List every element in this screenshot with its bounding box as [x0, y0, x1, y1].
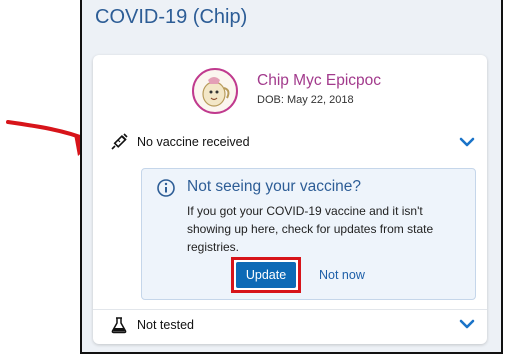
vaccine-status-label: No vaccine received	[137, 135, 250, 149]
alert-title: Not seeing your vaccine?	[187, 178, 362, 195]
syringe-icon	[111, 133, 128, 150]
chevron-down-icon[interactable]	[459, 136, 475, 148]
vaccine-alert: Not seeing your vaccine? If you got your…	[141, 168, 476, 300]
covid-panel: COVID-19 (Chip) Chip Myc Epicpoc DOB: Ma…	[80, 0, 503, 354]
patient-dob: DOB: May 22, 2018	[257, 94, 354, 106]
info-icon	[157, 179, 175, 197]
page-title: COVID-19 (Chip)	[95, 6, 248, 28]
alert-body: If you got your COVID-19 vaccine and it …	[187, 204, 434, 254]
flask-icon	[111, 317, 127, 334]
divider	[93, 309, 487, 310]
vaccine-row[interactable]: No vaccine received	[93, 127, 487, 157]
patient-name: Chip Myc Epicpoc	[257, 72, 382, 89]
patient-card: Chip Myc Epicpoc DOB: May 22, 2018 No va…	[93, 55, 487, 344]
avatar	[192, 68, 238, 114]
update-button[interactable]: Update	[231, 257, 301, 293]
test-status-label: Not tested	[137, 318, 194, 332]
chevron-down-icon[interactable]	[459, 318, 475, 330]
update-button-label: Update	[236, 262, 296, 288]
test-row[interactable]: Not tested	[93, 313, 487, 341]
not-now-link[interactable]: Not now	[319, 268, 365, 282]
